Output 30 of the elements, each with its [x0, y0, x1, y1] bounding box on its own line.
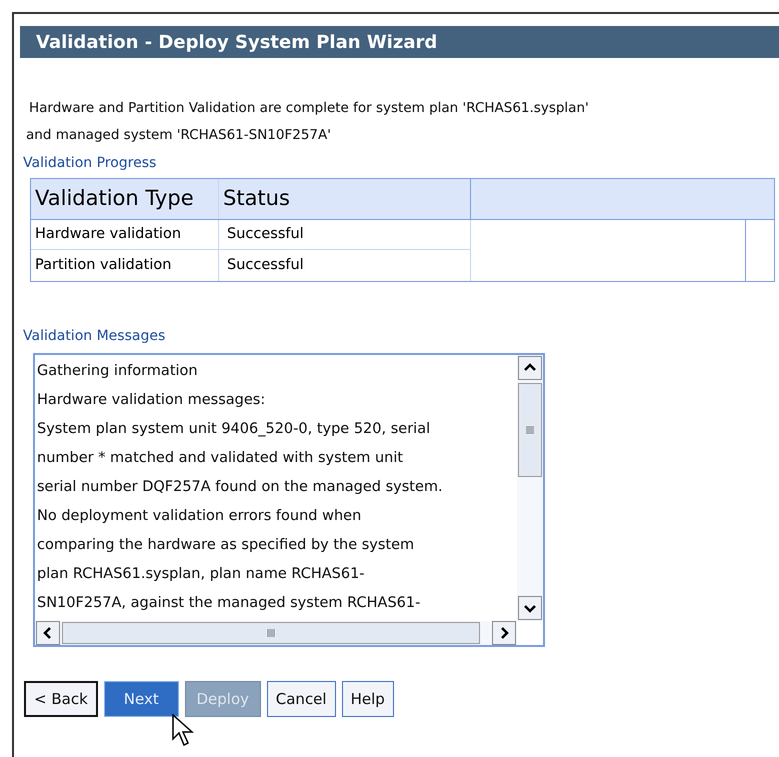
table-cell: Partition validation	[31, 250, 219, 281]
wizard-button[interactable]: < Back	[24, 681, 98, 717]
vertical-scrollbar[interactable]	[517, 355, 543, 621]
wizard-button[interactable]: Help	[342, 681, 394, 717]
section-heading: Validation Progress	[22, 154, 158, 173]
grip-icon	[525, 425, 535, 435]
message-line: number * matched and validated with system unit	[37, 449, 404, 468]
mouse-cursor-icon	[172, 714, 194, 748]
intro-text: Hardware and Partition Validation are complete for system plan 'RCHAS61.sysplan'	[28, 99, 590, 118]
intro-text: and managed system 'RCHAS61-SN10F257A'	[26, 126, 332, 145]
message-line: Gathering information	[37, 362, 199, 381]
scroll-thumb[interactable]	[62, 622, 480, 644]
message-line: comparing the hardware as specified by the system	[37, 536, 416, 555]
table-cell: Hardware validation	[31, 220, 219, 250]
section-heading: Validation Messages	[22, 327, 166, 346]
wizard-button[interactable]: Cancel	[266, 681, 336, 717]
wizard-button[interactable]: Next	[104, 681, 179, 717]
column-header: Validation Type	[31, 179, 219, 219]
message-line: plan RCHAS61.sysplan, plan name RCHAS61-	[37, 565, 366, 584]
table-cell: Successful	[219, 250, 471, 281]
message-line: Hardware validation messages:	[37, 391, 266, 410]
message-line: No deployment validation errors found when	[37, 507, 362, 526]
grip-icon	[266, 628, 276, 638]
message-line: serial number DQF257A found on the managed system.	[37, 478, 443, 497]
scroll-thumb[interactable]	[518, 383, 542, 477]
table-cell: Successful	[219, 220, 471, 250]
horizontal-scrollbar[interactable]	[35, 621, 517, 645]
message-line: SN10F257A, against the managed system RCHAS61-	[37, 594, 422, 613]
window-title: Validation - Deploy System Plan Wizard	[20, 26, 779, 58]
message-line: System plan system unit 9406_520-0, type 520, serial	[37, 420, 432, 439]
